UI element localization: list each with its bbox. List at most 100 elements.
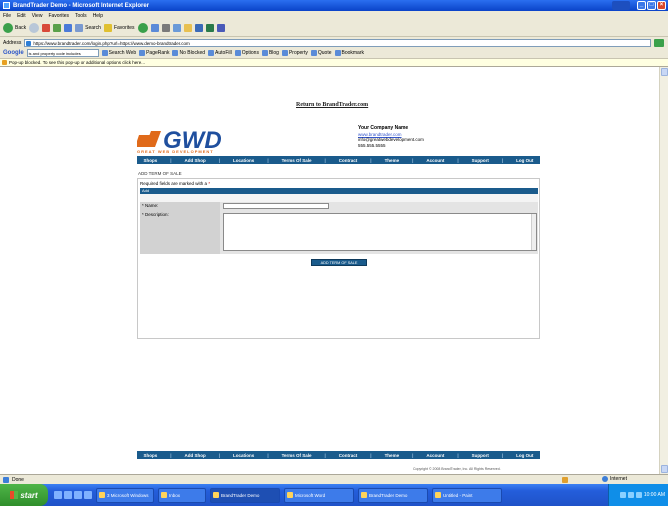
- task-label: BrandTrader Demo: [369, 492, 408, 498]
- maximize-button[interactable]: □: [647, 1, 656, 10]
- security-zone[interactable]: Internet: [602, 476, 627, 482]
- google-blog-button[interactable]: Blog: [261, 50, 279, 56]
- taskbar-item[interactable]: Microsoft Word: [284, 487, 354, 503]
- scroll-up-arrow-icon[interactable]: [661, 68, 668, 76]
- volume-icon[interactable]: [627, 492, 634, 498]
- status-text: Done: [12, 476, 24, 483]
- scroll-down-arrow-icon[interactable]: [661, 465, 668, 473]
- forward-arrow-icon[interactable]: [29, 23, 40, 33]
- back-button[interactable]: Back: [3, 23, 26, 33]
- google-search-input[interactable]: is and property code includes: [26, 49, 99, 57]
- nav-add-shop[interactable]: Add Shop: [185, 158, 206, 163]
- minimize-button[interactable]: _: [637, 1, 646, 10]
- name-input[interactable]: [223, 203, 329, 209]
- close-button[interactable]: ×: [657, 1, 666, 10]
- nav-log-out[interactable]: Log Out: [516, 158, 533, 163]
- page-status-icon: [3, 476, 9, 483]
- nav-shops[interactable]: Shops: [144, 453, 158, 458]
- google-pagerank-button[interactable]: PageRank: [139, 50, 169, 56]
- taskbar-item[interactable]: Inbox: [158, 487, 206, 503]
- stop-icon[interactable]: [42, 24, 51, 32]
- return-to-brandtrader-link[interactable]: Return to BrandTrader.com: [296, 102, 368, 108]
- description-textarea[interactable]: [223, 213, 537, 251]
- google-popup-blocker-button[interactable]: No Blocked: [172, 50, 205, 56]
- mail-icon[interactable]: [150, 24, 159, 32]
- taskbar-item[interactable]: Untitled - Paint: [432, 487, 502, 503]
- menu-tools[interactable]: Tools: [75, 13, 87, 19]
- messenger-icon[interactable]: [194, 24, 203, 32]
- nav-separator: |: [218, 452, 221, 458]
- clock[interactable]: 10:00 AM: [644, 492, 665, 498]
- nav-support[interactable]: Support: [472, 453, 489, 458]
- nav-account[interactable]: Account: [426, 453, 444, 458]
- tools-icon[interactable]: [216, 24, 225, 32]
- nav-locations[interactable]: Locations: [233, 453, 254, 458]
- nav-contract[interactable]: Contract: [339, 158, 358, 163]
- nav-add-shop[interactable]: Add Shop: [185, 453, 206, 458]
- main-nav-top: Shops | Add Shop | Locations | Terms Of Sal…: [137, 156, 540, 164]
- add-term-of-sale-form: Required fields are marked with a * Add …: [137, 178, 540, 339]
- menu-edit[interactable]: Edit: [17, 13, 26, 19]
- google-options-button[interactable]: Options: [234, 50, 259, 56]
- show-desktop-icon[interactable]: [54, 491, 62, 499]
- menu-file[interactable]: File: [3, 13, 11, 19]
- outlook-icon[interactable]: [74, 491, 82, 499]
- nav-theme[interactable]: Theme: [385, 453, 400, 458]
- menu-view[interactable]: View: [32, 13, 43, 19]
- vertical-scrollbar[interactable]: [659, 67, 668, 474]
- nav-account[interactable]: Account: [426, 158, 444, 163]
- google-autofill-button[interactable]: AutoFill: [208, 50, 232, 56]
- nav-terms-of-sale[interactable]: Terms Of Sale: [282, 158, 312, 163]
- bookmark-icon: [334, 50, 341, 56]
- search-label: Search: [85, 25, 101, 31]
- google-bookmark-button[interactable]: Bookmark: [334, 50, 364, 56]
- company-phone: 555.555.5555: [358, 142, 386, 148]
- address-input[interactable]: https://www.brandtrader.com/login.php?ur…: [24, 38, 651, 47]
- star-icon: [103, 24, 112, 32]
- media-player-icon[interactable]: [84, 491, 92, 499]
- menu-help[interactable]: Help: [93, 13, 103, 19]
- network-icon[interactable]: [619, 492, 626, 498]
- nav-separator: |: [267, 452, 269, 458]
- history-icon[interactable]: [137, 23, 148, 33]
- home-icon[interactable]: [64, 24, 73, 32]
- research-icon[interactable]: [205, 24, 214, 32]
- add-term-of-sale-button[interactable]: ADD TERM OF SALE: [311, 259, 367, 266]
- favorites-button[interactable]: Favorites: [103, 24, 135, 32]
- menu-favorites[interactable]: Favorites: [48, 13, 69, 19]
- blog-icon: [261, 50, 268, 56]
- print-icon[interactable]: [161, 24, 170, 32]
- section-title: ADD TERM OF SALE: [138, 171, 182, 176]
- google-item-label: Blog: [268, 50, 279, 56]
- taskbar-item-active[interactable]: BrandTrader Demo: [210, 487, 280, 503]
- folder-icon[interactable]: [183, 24, 192, 32]
- nav-log-out[interactable]: Log Out: [516, 453, 533, 458]
- task-label: Untitled - Paint: [443, 492, 473, 498]
- nav-contract[interactable]: Contract: [339, 453, 358, 458]
- google-logo[interactable]: Google: [3, 50, 24, 56]
- nav-terms-of-sale[interactable]: Terms Of Sale: [282, 453, 312, 458]
- nav-separator: |: [370, 157, 372, 163]
- nav-support[interactable]: Support: [472, 158, 489, 163]
- edit-icon[interactable]: [172, 24, 181, 32]
- google-item-label: Search Web: [108, 50, 137, 56]
- nav-shops[interactable]: Shops: [144, 158, 158, 163]
- start-button[interactable]: start: [0, 484, 48, 506]
- google-property-button[interactable]: Property: [281, 50, 308, 56]
- taskbar-item[interactable]: 3 Microsoft Windows: [96, 487, 154, 503]
- go-button[interactable]: [654, 38, 664, 47]
- internet-explorer-icon[interactable]: [64, 491, 72, 499]
- autofill-icon: [208, 50, 215, 56]
- taskbar-item[interactable]: BrandTrader Demo: [358, 487, 428, 503]
- search-icon: [75, 24, 84, 32]
- infobar-text: Pop-up blocked. To see this pop-up or ad…: [9, 60, 145, 65]
- search-button[interactable]: Search: [75, 24, 101, 32]
- nav-theme[interactable]: Theme: [385, 158, 400, 163]
- antivirus-icon[interactable]: [635, 492, 642, 498]
- popup-blocked-infobar[interactable]: Pop-up blocked. To see this pop-up or ad…: [0, 59, 668, 67]
- window-icon: [213, 492, 219, 498]
- nav-locations[interactable]: Locations: [233, 158, 254, 163]
- google-search-web-button[interactable]: Search Web: [101, 50, 137, 56]
- google-quote-button[interactable]: Quote: [310, 50, 332, 56]
- refresh-icon[interactable]: [53, 24, 62, 32]
